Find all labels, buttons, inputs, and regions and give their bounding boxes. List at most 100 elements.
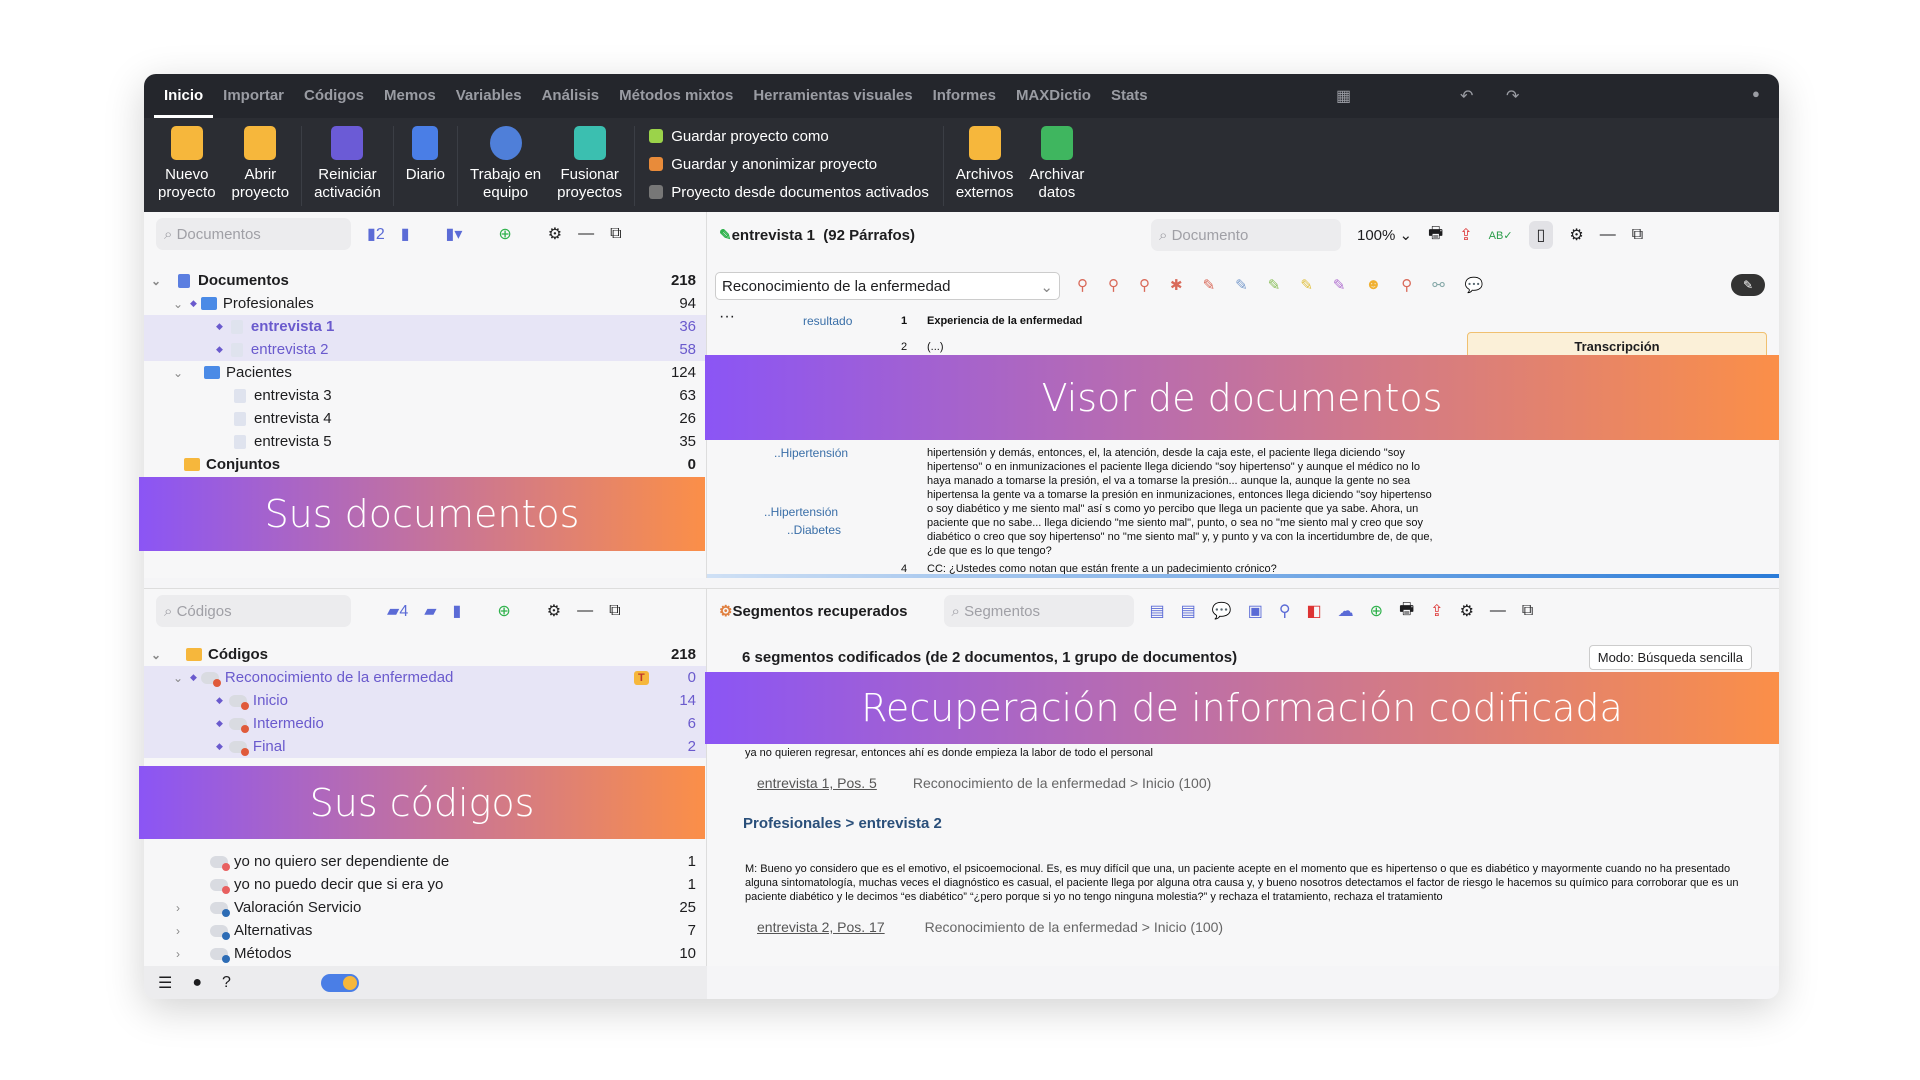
proyecto-desde-documentos-button[interactable]: Proyecto desde documentos activados bbox=[649, 184, 929, 201]
user-icon[interactable]: ● bbox=[1752, 86, 1760, 101]
segment-source-link[interactable]: entrevista 1, Pos. 5 bbox=[757, 775, 877, 791]
add-icon[interactable]: ⊕ bbox=[498, 224, 511, 244]
code-stripe-label[interactable]: ..Hipertensión bbox=[764, 505, 838, 519]
reiniciar-activacion-button[interactable]: Reiniciar activación bbox=[306, 126, 389, 202]
fusionar-proyectos-button[interactable]: Fusionar proyectos bbox=[549, 126, 630, 202]
segment-source-link[interactable]: entrevista 2, Pos. 17 bbox=[757, 919, 885, 935]
tree-item-entrevista-1[interactable]: ◆ entrevista 1 36 bbox=[144, 315, 706, 338]
archivar-datos-button[interactable]: Archivar datos bbox=[1021, 126, 1092, 202]
tab-metodos-mixtos[interactable]: Métodos mixtos bbox=[609, 74, 743, 118]
code-alternativas[interactable]: › Alternativas 7 bbox=[144, 919, 706, 942]
code-intermedio[interactable]: ◆ Intermedio 6 bbox=[144, 712, 706, 735]
trabajo-equipo-button[interactable]: Trabajo en equipo bbox=[462, 126, 549, 202]
code-filter-icon[interactable]: ▰ bbox=[424, 601, 436, 621]
guardar-como-button[interactable]: Guardar proyecto como bbox=[649, 128, 929, 145]
link-icon[interactable]: ⚯ bbox=[1432, 276, 1445, 294]
spellcheck-icon[interactable]: AB✓ bbox=[1489, 229, 1513, 242]
new-document-icon[interactable]: ▮ bbox=[401, 224, 410, 244]
cloud-icon[interactable]: ☁ bbox=[1338, 601, 1354, 621]
undock-icon[interactable]: ⧉ bbox=[609, 602, 620, 620]
code-new-icon[interactable]: ⚲ bbox=[1108, 276, 1119, 294]
code-final[interactable]: ◆ Final 2 bbox=[144, 735, 706, 758]
theme-toggle[interactable] bbox=[320, 973, 359, 992]
tab-stats[interactable]: Stats bbox=[1101, 74, 1158, 118]
chevron-down-icon[interactable]: ⌄ bbox=[148, 274, 164, 288]
comment-icon[interactable]: 💬 bbox=[1465, 276, 1484, 294]
tree-item-entrevista-3[interactable]: entrevista 3 63 bbox=[144, 384, 706, 407]
codes-search-input[interactable]: ⌕ Códigos bbox=[156, 595, 351, 627]
overview-icon[interactable]: ▣ bbox=[1248, 601, 1263, 621]
code-icon[interactable]: ⚲ bbox=[1077, 276, 1088, 294]
document-filter-icon[interactable]: ▮▾ bbox=[446, 224, 463, 244]
tree-item-profesionales[interactable]: ⌄ ◆ Profesionales 94 bbox=[144, 292, 706, 315]
gear-icon[interactable]: ⚙ bbox=[547, 601, 561, 621]
diario-button[interactable]: Diario bbox=[398, 126, 453, 184]
export-icon[interactable]: ⇪ bbox=[1459, 225, 1472, 245]
tab-importar[interactable]: Importar bbox=[213, 74, 294, 118]
edit-icon[interactable]: ✎ bbox=[719, 227, 732, 244]
smart-coding-icon[interactable]: ◧ bbox=[1307, 601, 1322, 621]
gear-icon[interactable]: ⚙ bbox=[1569, 225, 1583, 245]
gear-icon[interactable]: ⚙ bbox=[548, 224, 562, 244]
highlight-purple-icon[interactable]: ✎ bbox=[1333, 276, 1346, 294]
nuevo-proyecto-button[interactable]: Nuevo proyecto bbox=[150, 126, 224, 202]
chevron-down-icon[interactable]: ⌄ bbox=[170, 366, 186, 380]
tab-codigos[interactable]: Códigos bbox=[294, 74, 374, 118]
chevron-down-icon[interactable]: ⌄ bbox=[170, 297, 186, 311]
edit-mode-toggle[interactable]: ✎ bbox=[1731, 274, 1765, 296]
code-weight-icon[interactable]: ⚲ bbox=[1279, 601, 1291, 621]
side-panel-icon[interactable]: ▯ bbox=[1528, 221, 1554, 249]
uncode-icon[interactable]: ✱ bbox=[1170, 276, 1183, 294]
highlight-blue-icon[interactable]: ✎ bbox=[1235, 276, 1248, 294]
code-valoracion-servicio[interactable]: › Valoración Servicio 25 bbox=[144, 896, 706, 919]
tree-item-entrevista-5[interactable]: entrevista 5 35 bbox=[144, 430, 706, 453]
tab-informes[interactable]: Informes bbox=[923, 74, 1006, 118]
code-reconocimiento[interactable]: ⌄ ◆ Reconocimiento de la enfermedad T 0 bbox=[144, 666, 706, 689]
code-stripe-label[interactable]: resultado bbox=[803, 314, 852, 328]
document-search-input[interactable]: ⌕ Documento bbox=[1151, 219, 1341, 251]
code-metodos[interactable]: › Métodos 10 bbox=[144, 942, 706, 965]
chevron-down-icon[interactable]: ⌄ bbox=[170, 671, 186, 685]
code-stripe-label[interactable]: ..Diabetes bbox=[787, 523, 841, 537]
code-dependiente[interactable]: yo no quiero ser dependiente de 1 bbox=[144, 850, 706, 873]
highlight-red-icon[interactable]: ✎ bbox=[1203, 276, 1216, 294]
code-no-puedo-decir[interactable]: yo no puedo decir que si era yo 1 bbox=[144, 873, 706, 896]
help-icon[interactable]: ? bbox=[222, 974, 231, 992]
tree-item-entrevista-4[interactable]: entrevista 4 26 bbox=[144, 407, 706, 430]
print-icon[interactable]: 🖶 bbox=[1399, 598, 1414, 625]
more-icon[interactable]: ··· bbox=[719, 308, 735, 326]
list-view-icon[interactable]: ▤ bbox=[1181, 601, 1196, 621]
chevron-down-icon[interactable]: ⌄ bbox=[148, 648, 164, 662]
mode-select[interactable]: Modo: Búsqueda sencilla bbox=[1588, 645, 1752, 670]
emoticode-icon[interactable]: ☻ bbox=[1365, 276, 1381, 294]
minimize-icon[interactable]: — bbox=[1490, 602, 1506, 620]
new-code-icon[interactable]: ⊕ bbox=[497, 601, 510, 621]
memo-icon[interactable]: T bbox=[634, 670, 649, 685]
tab-analisis[interactable]: Análisis bbox=[532, 74, 610, 118]
tab-inicio[interactable]: Inicio bbox=[154, 74, 214, 118]
tab-memos[interactable]: Memos bbox=[374, 74, 446, 118]
chat-icon[interactable]: ● bbox=[192, 974, 202, 992]
print-icon[interactable]: 🖶 bbox=[1428, 222, 1443, 249]
chevron-right-icon[interactable]: › bbox=[170, 947, 186, 961]
active-codes-icon[interactable]: ▰4 bbox=[387, 601, 408, 621]
tree-root-codigos[interactable]: ⌄ Códigos 218 bbox=[144, 643, 706, 666]
tab-maxdictio[interactable]: MAXDictio bbox=[1006, 74, 1101, 118]
zoom-select[interactable]: 100% ⌄ bbox=[1357, 226, 1412, 244]
export-icon[interactable]: ⇪ bbox=[1430, 601, 1443, 621]
anonimizar-button[interactable]: Guardar y anonimizar proyecto bbox=[649, 156, 929, 173]
highlight-yellow-icon[interactable]: ✎ bbox=[1300, 276, 1313, 294]
archivos-externos-button[interactable]: Archivos externos bbox=[948, 126, 1022, 202]
code-favorite-icon[interactable]: ⚲ bbox=[1401, 276, 1412, 294]
chevron-right-icon[interactable]: › bbox=[170, 901, 186, 915]
tree-root-documentos[interactable]: ⌄ Documentos 218 bbox=[144, 269, 706, 292]
comment-icon[interactable]: 💬 bbox=[1212, 601, 1232, 621]
active-documents-icon[interactable]: ▮2 bbox=[367, 224, 385, 244]
gear-icon[interactable]: ⚙ bbox=[1460, 601, 1474, 621]
undock-icon[interactable]: ⧉ bbox=[610, 225, 621, 243]
tree-item-conjuntos[interactable]: Conjuntos 0 bbox=[144, 453, 706, 476]
undo-icon[interactable]: ↶ bbox=[1460, 86, 1473, 106]
code-inicio[interactable]: ◆ Inicio 14 bbox=[144, 689, 706, 712]
minimize-icon[interactable]: — bbox=[1600, 226, 1616, 244]
code-stripe-label[interactable]: ..Hipertensión bbox=[774, 446, 848, 460]
